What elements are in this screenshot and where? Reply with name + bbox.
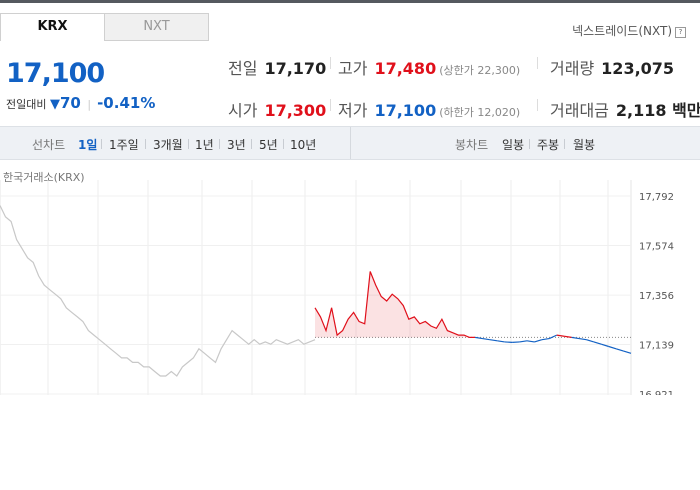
stat-label: 시가 — [228, 101, 258, 120]
divider — [529, 139, 530, 149]
nxt-link[interactable]: 넥스트레이드(NXT)? — [572, 22, 686, 39]
candle-monthly[interactable]: 월봉 — [573, 136, 595, 153]
stat-prev-close: 전일 17,170 — [228, 55, 326, 79]
series-segment — [549, 334, 557, 340]
stat-label: 고가 — [338, 59, 368, 78]
candle-daily[interactable]: 일봉 — [502, 136, 524, 153]
tab-nxt[interactable]: NXT — [104, 13, 209, 41]
divider: | — [87, 98, 92, 111]
series-segment — [578, 337, 587, 341]
stat-amount: 거래대금 2,118 백만 — [550, 97, 700, 121]
candle-chart-label: 봉차트 — [455, 138, 489, 152]
period-3m[interactable]: 3개월 — [153, 136, 183, 153]
help-icon[interactable]: ? — [675, 27, 686, 38]
candle-weekly[interactable]: 주봉 — [537, 136, 559, 153]
series-segment — [474, 336, 483, 340]
up-area-fill — [315, 271, 475, 338]
divider — [564, 139, 565, 149]
stat-value: 123,075 — [601, 59, 675, 78]
change-amount: 70 — [59, 94, 81, 112]
series-segment — [497, 340, 505, 343]
stat-value: 17,480 — [374, 59, 437, 78]
series-segment — [564, 335, 572, 338]
stat-value: 17,100 — [374, 101, 437, 120]
y-axis-ticks: 17,792 17,574 17,356 17,139 16,921 — [0, 192, 674, 395]
top-border — [0, 0, 700, 3]
divider — [101, 139, 102, 149]
line-chart-label: 선차트 — [32, 138, 66, 152]
change-label: 전일대비 — [6, 98, 47, 111]
stat-label: 거래대금 — [550, 101, 609, 120]
divider — [283, 139, 284, 149]
divider — [145, 139, 146, 149]
stat-value: 17,300 — [264, 101, 327, 120]
down-triangle-icon: ▼ — [49, 97, 60, 112]
y-tick-label: 17,356 — [639, 291, 674, 302]
series-segment — [608, 345, 617, 350]
series-segment — [623, 350, 632, 354]
change-percent: -0.41% — [97, 94, 156, 112]
period-1y[interactable]: 1년 — [195, 136, 214, 153]
y-tick-label: 17,792 — [639, 192, 674, 203]
stat-low: 저가 17,100 (하한가 12,020) — [338, 97, 520, 121]
series-segment — [556, 334, 565, 337]
period-3y[interactable]: 3년 — [227, 136, 246, 153]
stat-label: 전일 — [228, 59, 258, 78]
divider — [537, 57, 538, 69]
series-segment — [519, 340, 528, 343]
period-1w[interactable]: 1주일 — [109, 136, 139, 153]
divider — [251, 139, 252, 149]
series-segment — [593, 341, 602, 345]
tab-krx[interactable]: KRX — [0, 13, 105, 41]
series-line — [0, 205, 316, 377]
y-tick-label: 16,921 — [639, 390, 674, 395]
price-change: 전일대비 ▼70 | -0.41% — [6, 94, 155, 112]
series-segment — [541, 337, 550, 341]
stat-value: 2,118 백만 — [615, 101, 700, 120]
upper-limit: (상한가 22,300) — [439, 64, 521, 77]
y-tick-label: 17,574 — [639, 242, 674, 253]
series-segment — [489, 339, 498, 342]
nxt-link-label: 넥스트레이드(NXT) — [572, 24, 672, 38]
series-segment — [571, 336, 580, 340]
divider — [219, 139, 220, 149]
price-chart: 17,792 17,574 17,356 17,139 16,921 — [0, 180, 674, 395]
y-tick-label: 17,139 — [639, 340, 674, 351]
divider — [537, 99, 538, 111]
period-10y[interactable]: 10년 — [290, 136, 316, 153]
stat-open: 시가 17,300 — [228, 97, 326, 121]
chart-grid — [0, 180, 632, 395]
current-price: 17,100 — [6, 58, 105, 89]
divider — [188, 139, 189, 149]
market-tabs: KRX NXT — [0, 13, 209, 41]
divider — [330, 99, 331, 111]
period-1d[interactable]: 1일 — [78, 136, 97, 153]
series-segment — [534, 339, 543, 343]
series-segment — [526, 340, 535, 343]
period-5y[interactable]: 5년 — [259, 136, 278, 153]
stat-label: 거래량 — [550, 59, 595, 78]
series-segment — [586, 339, 595, 343]
divider — [330, 57, 331, 69]
lower-limit: (하한가 12,020) — [439, 106, 521, 119]
stat-label: 저가 — [338, 101, 368, 120]
stat-volume: 거래량 123,075 — [550, 55, 674, 79]
toolbar-divider — [350, 127, 351, 159]
stat-high: 고가 17,480 (상한가 22,300) — [338, 55, 520, 79]
chart-series — [0, 205, 632, 377]
chart-toolbar: 선차트 1일 1주일 3개월 1년 3년 5년 10년 봉차트 일봉 주봉 월봉 — [0, 126, 700, 160]
series-segment — [615, 348, 624, 352]
series-segment — [482, 337, 490, 341]
stat-value: 17,170 — [264, 59, 327, 78]
